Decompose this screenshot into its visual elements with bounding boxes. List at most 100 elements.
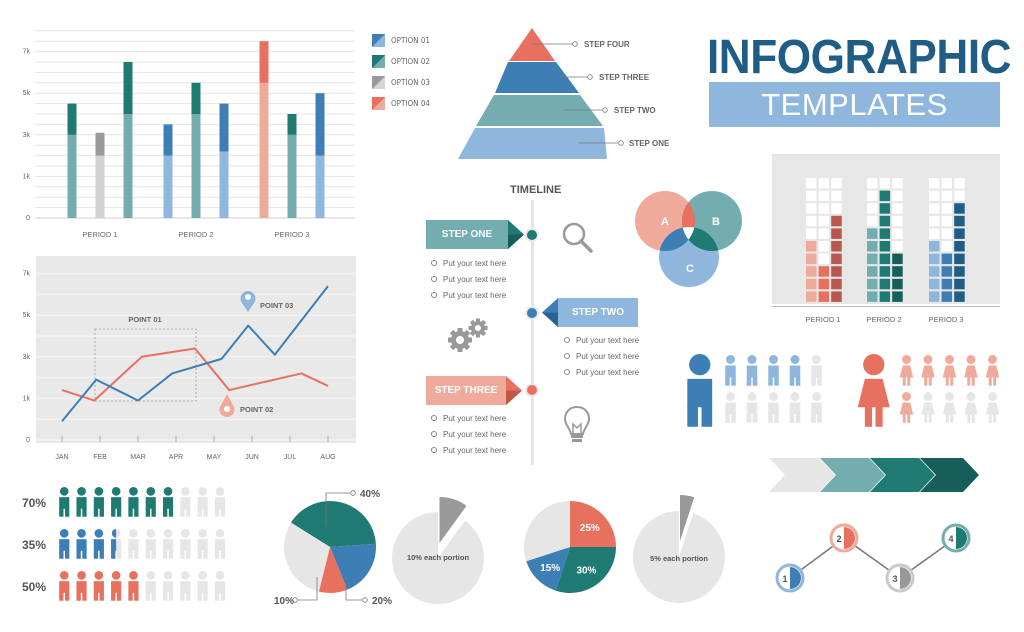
subtitle-banner: TEMPLATES (709, 82, 1000, 127)
waffle-cell (879, 278, 891, 290)
y-tick-label: 0 (26, 215, 30, 222)
female-unit-icon (942, 392, 957, 423)
waffle-cell (867, 228, 878, 239)
step-one-list: Put your text here Put your text here Pu… (431, 255, 506, 303)
waffle-cell (818, 203, 830, 214)
waffle-cell (941, 241, 953, 252)
page-title: INFOGRAPHIC (707, 31, 1012, 84)
person-icon-empty (128, 529, 139, 559)
male-unit-icon (768, 355, 779, 386)
waffle-cell (941, 278, 953, 290)
person-icon-empty (162, 571, 174, 601)
people-percentage-rows: 70% 35% 50% (22, 487, 226, 601)
waffle-cell (941, 253, 953, 265)
y-tick-label: 5k (23, 90, 31, 97)
x-tick-label: APR (169, 454, 183, 461)
list-item: Put your text here (431, 410, 506, 426)
gender-pictograph (687, 354, 1000, 427)
venn-label-a: A (661, 216, 669, 228)
legend-swatch-icon (372, 34, 385, 47)
waffle-cell (941, 266, 953, 277)
timeline-dot-2 (527, 308, 537, 318)
list-item: Put your text here (431, 287, 506, 303)
male-unit-icon (746, 392, 758, 423)
waffle-cell (806, 203, 817, 214)
person-icon-filled (162, 487, 174, 517)
pie-2-caption: 10% each portion (407, 553, 470, 562)
male-unit-icon (811, 392, 822, 423)
bar-segment-base (123, 114, 133, 218)
waffle-cell (879, 253, 891, 265)
pie-3-label: 25% (580, 523, 600, 534)
waffle-cell (941, 178, 953, 189)
list-item: Put your text here (431, 442, 506, 458)
y-tick-label: 1k (23, 395, 31, 402)
waffle-cell (929, 253, 940, 265)
person-icon-empty (180, 529, 191, 559)
waffle-cell (806, 215, 817, 227)
male-unit-icon (746, 355, 758, 386)
waffle-cell (941, 228, 953, 239)
x-tick-label: PERIOD 2 (178, 230, 213, 239)
waffle-cell (818, 291, 830, 302)
list-item: Put your text here (564, 364, 639, 380)
subtitle: TEMPLATES (761, 86, 948, 122)
male-unit-icon (789, 392, 801, 423)
female-unit-icon (985, 355, 1000, 386)
point-01-label: POINT 01 (128, 315, 161, 324)
male-icon (687, 354, 713, 427)
waffle-period-label: PERIOD 3 (928, 315, 963, 324)
pie-3-label: 30% (576, 566, 596, 577)
people-row-percent: 50% (22, 580, 46, 594)
svg-text:2: 2 (836, 534, 841, 544)
legend-swatch-icon (372, 55, 385, 68)
x-tick-label: JUN (245, 454, 259, 461)
male-unit-icon (725, 355, 736, 386)
legend-swatch-icon (372, 97, 385, 110)
waffle-cell (954, 178, 965, 189)
person-icon-filled (76, 571, 87, 601)
waffle-cell (818, 178, 830, 189)
female-unit-icon (964, 355, 978, 386)
x-tick-label: MAR (130, 454, 146, 461)
person-icon-empty (214, 529, 226, 559)
bar-segment-base (219, 151, 229, 218)
person-icon-filled (93, 487, 104, 517)
bar-segment-base (315, 155, 325, 218)
pyramid-level-four (509, 28, 555, 61)
waffle-cell (867, 266, 878, 277)
waffle-cell (954, 190, 965, 202)
list-item: Put your text here (431, 426, 506, 442)
waffle-cell (879, 266, 891, 277)
waffle-cell (879, 203, 891, 214)
waffle-cell (892, 203, 903, 214)
timeline-step-three-label: STEP THREE (434, 385, 498, 396)
venn-label-b: B (712, 216, 720, 228)
chevron-process (769, 458, 979, 492)
waffle-cell (806, 278, 817, 290)
waffle-cell (806, 266, 817, 277)
waffle-cell (954, 291, 965, 302)
pie-3-label: 15% (540, 563, 560, 574)
waffle-cell (879, 241, 891, 252)
pyramid-label-two: STEP TWO (614, 106, 656, 115)
waffle-cell (831, 215, 842, 227)
waffle-period-label: PERIOD 1 (805, 315, 840, 324)
waffle-cell (831, 178, 842, 189)
waffle-cell (867, 215, 878, 227)
step-two-list: Put your text here Put your text here Pu… (564, 332, 639, 380)
bar-segment-top (259, 41, 269, 83)
female-unit-icon (942, 355, 957, 386)
pyramid-level-one (458, 128, 607, 159)
waffle-cell (929, 278, 940, 290)
person-icon-empty (197, 571, 208, 601)
gears-icon (448, 318, 488, 352)
waffle-cell (806, 291, 817, 302)
waffle-cell (941, 203, 953, 214)
waffle-cell (929, 228, 940, 239)
female-unit-icon (899, 392, 914, 423)
person-icon-empty (162, 529, 174, 559)
waffle-cell (892, 178, 903, 189)
waffle-cell (806, 190, 817, 202)
person-icon-filled (111, 487, 122, 517)
